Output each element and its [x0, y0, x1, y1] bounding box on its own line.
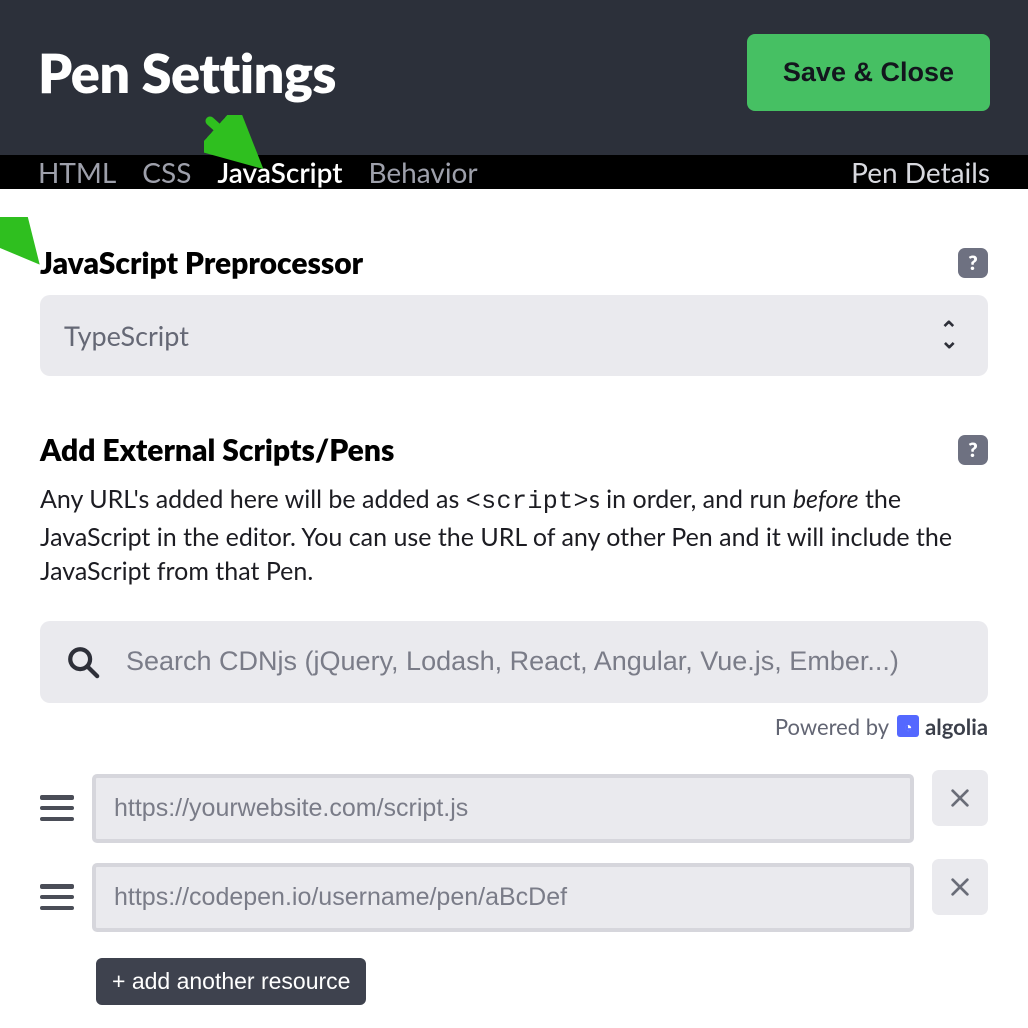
save-and-close-button[interactable]: Save & Close	[747, 34, 990, 111]
cdnjs-search-input[interactable]	[126, 646, 962, 677]
preprocessor-heading: JavaScript Preprocessor	[40, 245, 363, 281]
remove-resource-button[interactable]	[932, 859, 988, 915]
remove-resource-button[interactable]	[932, 770, 988, 826]
resource-url-input[interactable]	[92, 774, 914, 843]
select-chevrons-icon: ⌃⌃	[940, 322, 958, 348]
tab-javascript[interactable]: JavaScript	[217, 155, 342, 189]
add-another-resource-button[interactable]: + add another resource	[96, 958, 366, 1005]
drag-handle-icon[interactable]	[40, 791, 74, 825]
tabs: HTML CSS JavaScript Behavior Pen Details	[0, 155, 1028, 189]
external-scripts-heading: Add External Scripts/Pens	[40, 432, 394, 468]
help-icon[interactable]: ?	[958, 435, 988, 465]
drag-handle-icon[interactable]	[40, 880, 74, 914]
preprocessor-selected-value: TypeScript	[64, 319, 189, 352]
cdnjs-search[interactable]	[40, 621, 988, 703]
resource-row	[40, 774, 988, 843]
tab-pen-details[interactable]: Pen Details	[851, 155, 990, 189]
tab-css[interactable]: CSS	[142, 155, 191, 189]
page-title: Pen Settings	[38, 40, 336, 105]
resource-row	[40, 863, 988, 932]
help-icon[interactable]: ?	[958, 248, 988, 278]
tab-behavior[interactable]: Behavior	[368, 155, 477, 189]
search-icon	[66, 645, 100, 679]
resource-url-input[interactable]	[92, 863, 914, 932]
algolia-logo-icon: ◔	[897, 715, 919, 737]
tab-html[interactable]: HTML	[38, 155, 116, 189]
external-scripts-description: Any URL's added here will be added as <s…	[40, 482, 980, 589]
algolia-badge: ◔ algolia	[897, 713, 988, 740]
titlebar: Pen Settings Save & Close	[0, 0, 1028, 155]
powered-by: Powered by ◔ algolia	[40, 713, 988, 740]
preprocessor-select[interactable]: TypeScript ⌃⌃	[40, 295, 988, 376]
